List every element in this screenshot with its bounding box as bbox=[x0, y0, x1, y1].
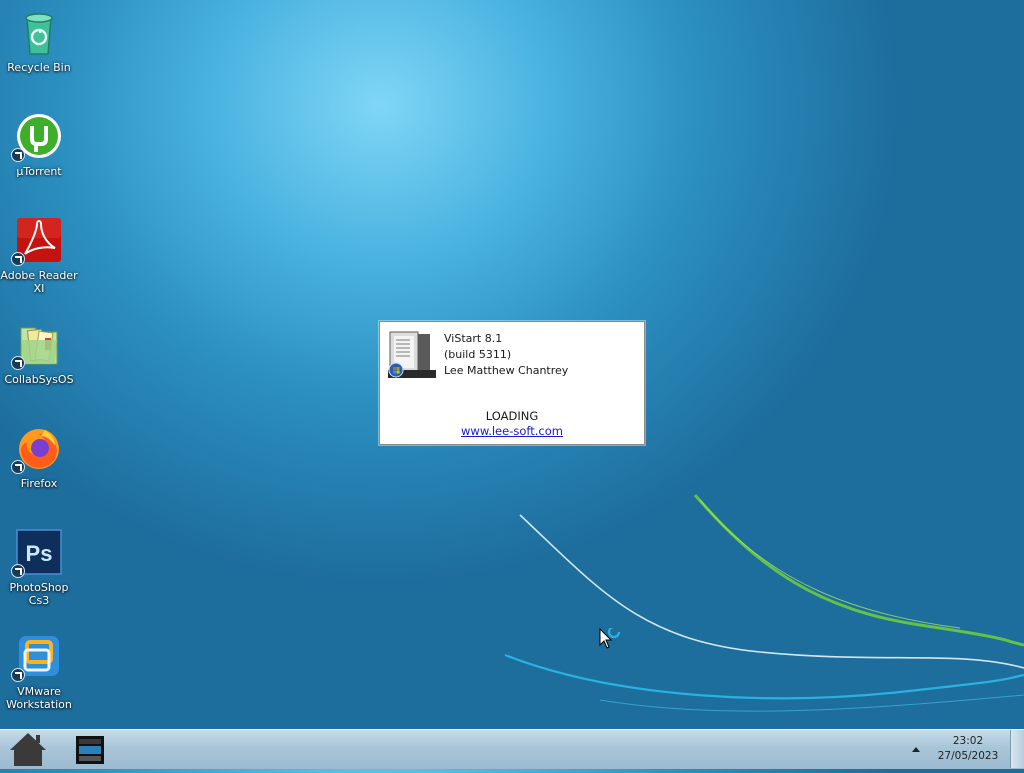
taskbar-file-explorer-button[interactable] bbox=[68, 730, 112, 769]
svg-text:Ps: Ps bbox=[26, 541, 53, 566]
recycle-bin-icon bbox=[15, 8, 63, 56]
vistart-logo-icon bbox=[388, 330, 436, 378]
show-desktop-button[interactable] bbox=[1010, 730, 1024, 768]
file-explorer-icon bbox=[76, 736, 104, 764]
app-name: ViStart 8.1 bbox=[444, 332, 503, 345]
shortcut-arrow-icon bbox=[11, 460, 25, 474]
app-info: ViStart 8.1 (build 5311) Lee Matthew Cha… bbox=[444, 331, 568, 379]
desktop: Recycle Bin µTorrent Adobe Reader XI Col… bbox=[0, 0, 1024, 729]
busy-cursor-icon bbox=[599, 625, 629, 652]
chevron-up-icon[interactable] bbox=[908, 742, 924, 756]
shortcut-arrow-icon bbox=[11, 148, 25, 162]
app-build: (build 5311) bbox=[444, 348, 512, 361]
firefox-icon bbox=[11, 424, 63, 474]
home-icon bbox=[10, 733, 46, 766]
taskbar: 23:02 27/05/2023 bbox=[0, 729, 1024, 769]
desktop-icon-photoshop[interactable]: Ps PhotoShop Cs3 bbox=[0, 522, 78, 607]
desktop-icon-label: CollabSysOS bbox=[4, 373, 74, 386]
desktop-icon-firefox[interactable]: Firefox bbox=[0, 418, 78, 490]
desktop-icon-recycle-bin[interactable]: Recycle Bin bbox=[0, 2, 78, 74]
desktop-icon-vmware[interactable]: VMware Workstation bbox=[0, 626, 78, 711]
folder-icon bbox=[11, 320, 63, 370]
app-author: Lee Matthew Chantrey bbox=[444, 364, 569, 377]
desktop-icon-collabsysos[interactable]: CollabSysOS bbox=[0, 314, 78, 386]
desktop-icon-label: Adobe Reader XI bbox=[0, 269, 78, 295]
vistart-loading-dialog: ViStart 8.1 (build 5311) Lee Matthew Cha… bbox=[379, 321, 645, 445]
desktop-icon-utorrent[interactable]: µTorrent bbox=[0, 106, 78, 178]
desktop-icon-adobe-reader[interactable]: Adobe Reader XI bbox=[0, 210, 78, 295]
desktop-icon-label: PhotoShop Cs3 bbox=[9, 581, 69, 607]
vmware-icon bbox=[11, 632, 63, 682]
website-link[interactable]: www.lee-soft.com bbox=[380, 424, 644, 439]
clock-time: 23:02 bbox=[952, 735, 984, 747]
utorrent-icon bbox=[11, 112, 63, 162]
adobe-reader-icon bbox=[11, 216, 63, 266]
shortcut-arrow-icon bbox=[11, 564, 25, 578]
desktop-icon-label: VMware Workstation bbox=[6, 685, 72, 711]
photoshop-icon: Ps bbox=[11, 528, 63, 578]
clock-date: 27/05/2023 bbox=[937, 750, 999, 762]
start-button[interactable] bbox=[6, 730, 50, 769]
desktop-icon-label: Firefox bbox=[20, 477, 58, 490]
loading-status: LOADING bbox=[485, 409, 539, 423]
system-clock[interactable]: 23:02 27/05/2023 bbox=[930, 734, 1006, 764]
desktop-icon-label: Recycle Bin bbox=[7, 61, 71, 74]
shortcut-arrow-icon bbox=[11, 356, 25, 370]
shortcut-arrow-icon bbox=[11, 668, 25, 682]
shortcut-arrow-icon bbox=[11, 252, 25, 266]
desktop-icon-label: µTorrent bbox=[16, 165, 62, 178]
